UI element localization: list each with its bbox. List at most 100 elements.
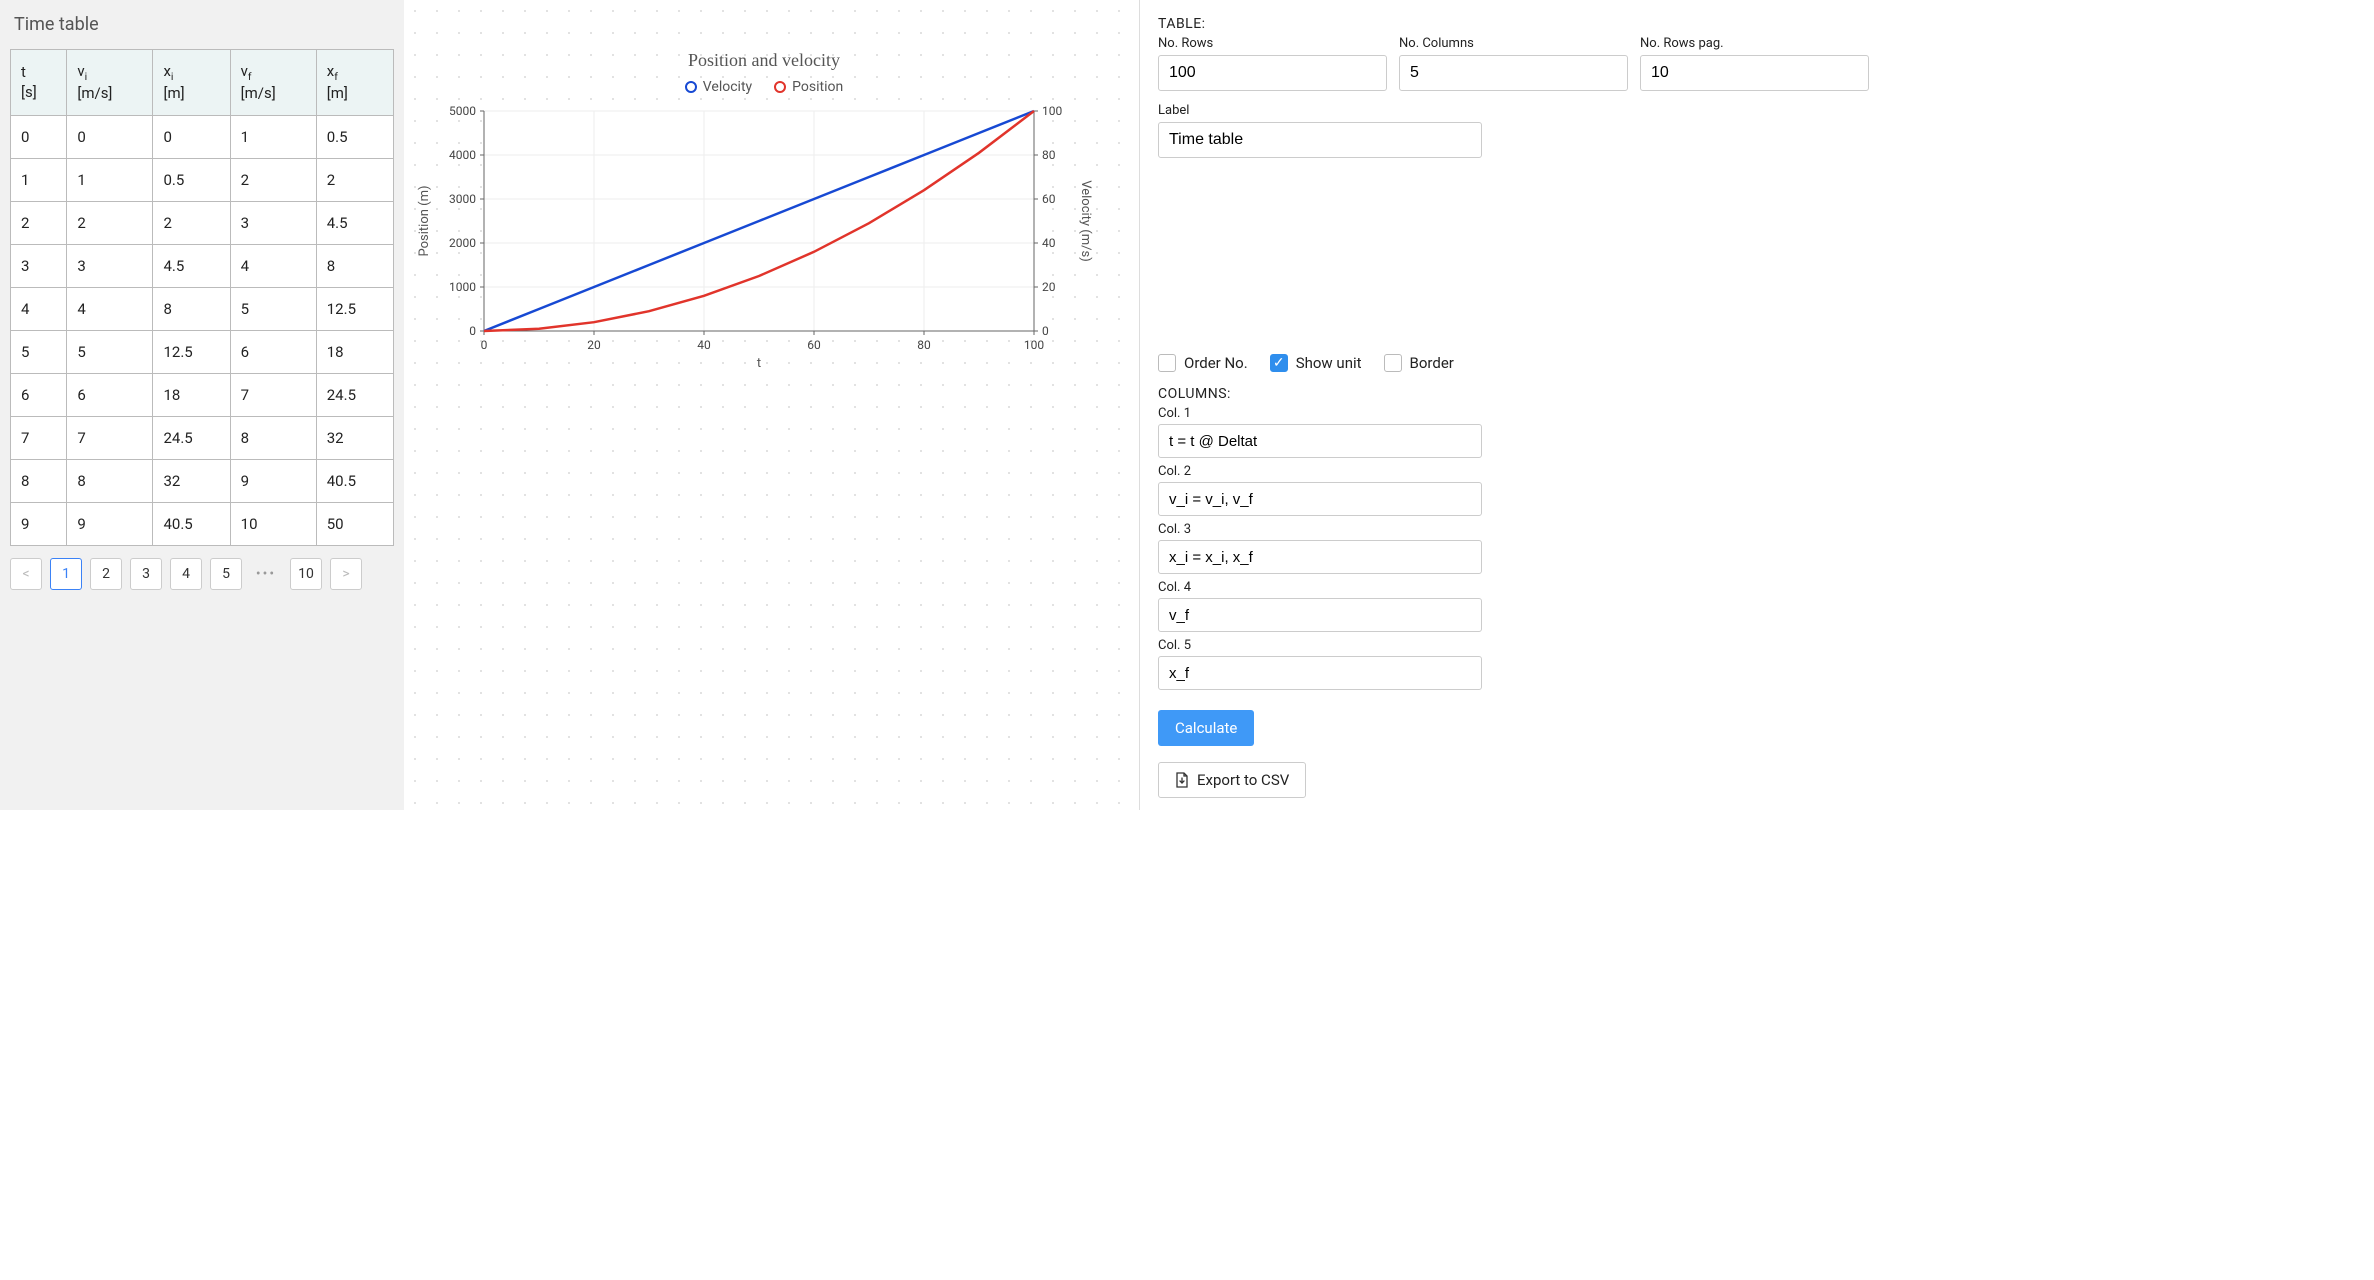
table-cell: 5 [67,331,153,374]
table-cell: 8 [11,460,67,503]
col-def-input[interactable] [1158,656,1482,690]
svg-text:0: 0 [469,324,476,338]
table-cell: 0.5 [153,159,230,202]
label-input[interactable] [1158,122,1482,158]
table-cell: 24.5 [153,417,230,460]
table-cell: 32 [316,417,393,460]
table-row: 00010.5 [11,116,394,159]
svg-text:80: 80 [917,338,931,352]
no-cols-label: No. Columns [1399,36,1628,51]
table-cell: 3 [67,245,153,288]
column-header: vi[m/s] [67,50,153,116]
no-rows-label: No. Rows [1158,36,1387,51]
table-cell: 24.5 [316,374,393,417]
checkbox-border[interactable]: Border [1384,354,1454,372]
table-cell: 40.5 [153,503,230,546]
legend-label: Position [792,79,843,95]
pager-page[interactable]: 1 [50,558,82,590]
pager-last[interactable]: 10 [290,558,322,590]
export-csv-button[interactable]: Export to CSV [1158,762,1306,798]
table-cell: 3 [230,202,316,245]
col-def-input[interactable] [1158,424,1482,458]
check-icon [1158,354,1176,372]
col-def-label: Col. 1 [1158,406,1482,421]
checkbox-show-unit[interactable]: ✓ Show unit [1270,354,1362,372]
col-def-label: Col. 4 [1158,580,1482,595]
pager-prev[interactable]: < [10,558,42,590]
svg-text:20: 20 [1042,280,1056,294]
svg-text:60: 60 [1042,192,1056,206]
no-cols-input[interactable] [1399,55,1628,91]
legend-item-position[interactable]: Position [774,79,843,95]
table-cell: 1 [11,159,67,202]
table-cell: 2 [11,202,67,245]
chart-title: Position and velocity [414,50,1114,71]
svg-text:100: 100 [1042,104,1062,118]
check-icon [1384,354,1402,372]
table-cell: 18 [153,374,230,417]
checkbox-label: Order No. [1184,354,1248,372]
col-def-input[interactable] [1158,540,1482,574]
table-cell: 3 [11,245,67,288]
table-cell: 10 [230,503,316,546]
controls-panel: TABLE: No. Rows No. Columns No. Rows pag… [1140,0,1500,810]
table-cell: 8 [230,417,316,460]
table-cell: 1 [67,159,153,202]
svg-text:3000: 3000 [449,192,476,206]
col-def-label: Col. 3 [1158,522,1482,537]
export-label: Export to CSV [1197,771,1289,789]
svg-text:4000: 4000 [449,148,476,162]
no-rows-pag-input[interactable] [1640,55,1869,91]
table-row: 110.522 [11,159,394,202]
no-rows-input[interactable] [1158,55,1387,91]
table-row: 22234.5 [11,202,394,245]
column-header: vf[m/s] [230,50,316,116]
table-cell: 1 [230,116,316,159]
no-rows-pag-label: No. Rows pag. [1640,36,1869,51]
table-cell: 4.5 [316,202,393,245]
svg-text:40: 40 [1042,236,1056,250]
legend-swatch-position [774,81,786,93]
legend-label: Velocity [703,79,752,95]
svg-text:0: 0 [481,338,488,352]
table-cell: 7 [67,417,153,460]
pager-page[interactable]: 2 [90,558,122,590]
table-row: 8832940.5 [11,460,394,503]
table-cell: 6 [67,374,153,417]
table-cell: 4.5 [153,245,230,288]
table-cell: 5 [11,331,67,374]
checkbox-label: Border [1410,354,1454,372]
svg-text:100: 100 [1024,338,1044,352]
label-field-label: Label [1158,103,1482,118]
table-cell: 7 [11,417,67,460]
file-icon [1175,772,1189,788]
col-def-input[interactable] [1158,482,1482,516]
pager-page[interactable]: 3 [130,558,162,590]
col-def-input[interactable] [1158,598,1482,632]
checkbox-label: Show unit [1296,354,1362,372]
checkbox-order-no[interactable]: Order No. [1158,354,1248,372]
section-table-title: TABLE: [1158,16,1482,32]
check-icon: ✓ [1270,354,1288,372]
chart-svg: 0100020003000400050000204060801000204060… [414,101,1094,371]
table-cell: 5 [230,288,316,331]
table-cell: 6 [230,331,316,374]
calculate-button[interactable]: Calculate [1158,710,1254,746]
table-row: 334.548 [11,245,394,288]
table-cell: 0.5 [316,116,393,159]
table-cell: 0 [153,116,230,159]
table-cell: 9 [67,503,153,546]
svg-text:60: 60 [807,338,821,352]
table-cell: 50 [316,503,393,546]
chart-legend: Velocity Position [414,79,1114,95]
legend-item-velocity[interactable]: Velocity [685,79,752,95]
pager-page[interactable]: 4 [170,558,202,590]
svg-text:20: 20 [587,338,601,352]
svg-text:Velocity (m/s): Velocity (m/s) [1078,180,1093,262]
table-cell: 2 [316,159,393,202]
svg-text:1000: 1000 [449,280,476,294]
pager-next[interactable]: > [330,558,362,590]
table-title: Time table [14,14,394,35]
pager-page[interactable]: 5 [210,558,242,590]
table-row: 9940.51050 [11,503,394,546]
